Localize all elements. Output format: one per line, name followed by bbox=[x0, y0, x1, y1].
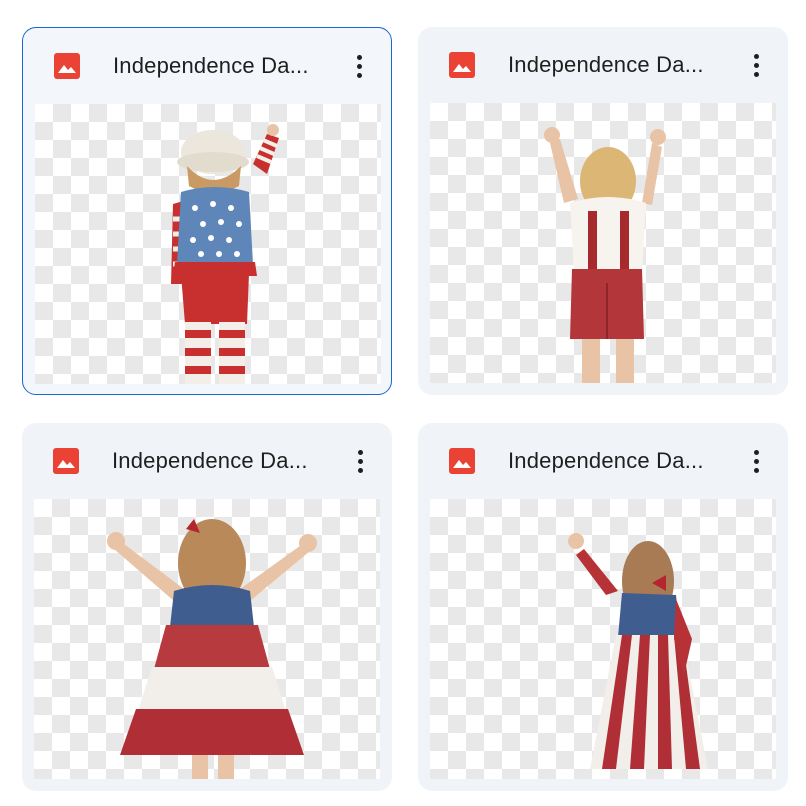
more-options-button[interactable] bbox=[344, 445, 376, 477]
file-card-header: Independence Da... bbox=[418, 27, 788, 103]
file-title: Independence Da... bbox=[113, 53, 309, 78]
child-star-vest-image bbox=[171, 124, 279, 384]
more-options-button[interactable] bbox=[343, 50, 375, 82]
more-vert-icon bbox=[356, 54, 362, 60]
file-grid: Independence Da... Independence Da... In… bbox=[0, 0, 806, 806]
image-file-icon bbox=[54, 53, 80, 79]
file-card[interactable]: Independence Da... bbox=[418, 27, 788, 395]
file-thumbnail[interactable] bbox=[430, 103, 776, 383]
more-options-button[interactable] bbox=[740, 49, 772, 81]
file-card[interactable]: Independence Da... bbox=[22, 423, 392, 791]
file-thumbnail[interactable] bbox=[430, 499, 776, 779]
more-vert-icon bbox=[753, 53, 759, 59]
file-card-header: Independence Da... bbox=[22, 423, 392, 499]
file-thumbnail[interactable] bbox=[34, 499, 380, 779]
file-card-header: Independence Da... bbox=[418, 423, 788, 499]
image-file-icon bbox=[449, 448, 475, 474]
file-card-header: Independence Da... bbox=[23, 28, 391, 104]
more-options-button[interactable] bbox=[740, 445, 772, 477]
image-file-icon bbox=[449, 52, 475, 78]
file-card[interactable]: Independence Da... bbox=[22, 27, 392, 395]
file-title: Independence Da... bbox=[508, 52, 704, 77]
child-overalls-image bbox=[544, 127, 666, 383]
file-thumbnail[interactable] bbox=[35, 104, 381, 384]
more-vert-icon bbox=[357, 449, 363, 455]
child-tiered-dress-image bbox=[107, 519, 317, 779]
file-title: Independence Da... bbox=[112, 448, 308, 473]
child-flag-gown-image bbox=[568, 533, 708, 769]
file-card[interactable]: Independence Da... bbox=[418, 423, 788, 791]
image-file-icon bbox=[53, 448, 79, 474]
file-title: Independence Da... bbox=[508, 448, 704, 473]
more-vert-icon bbox=[753, 449, 759, 455]
